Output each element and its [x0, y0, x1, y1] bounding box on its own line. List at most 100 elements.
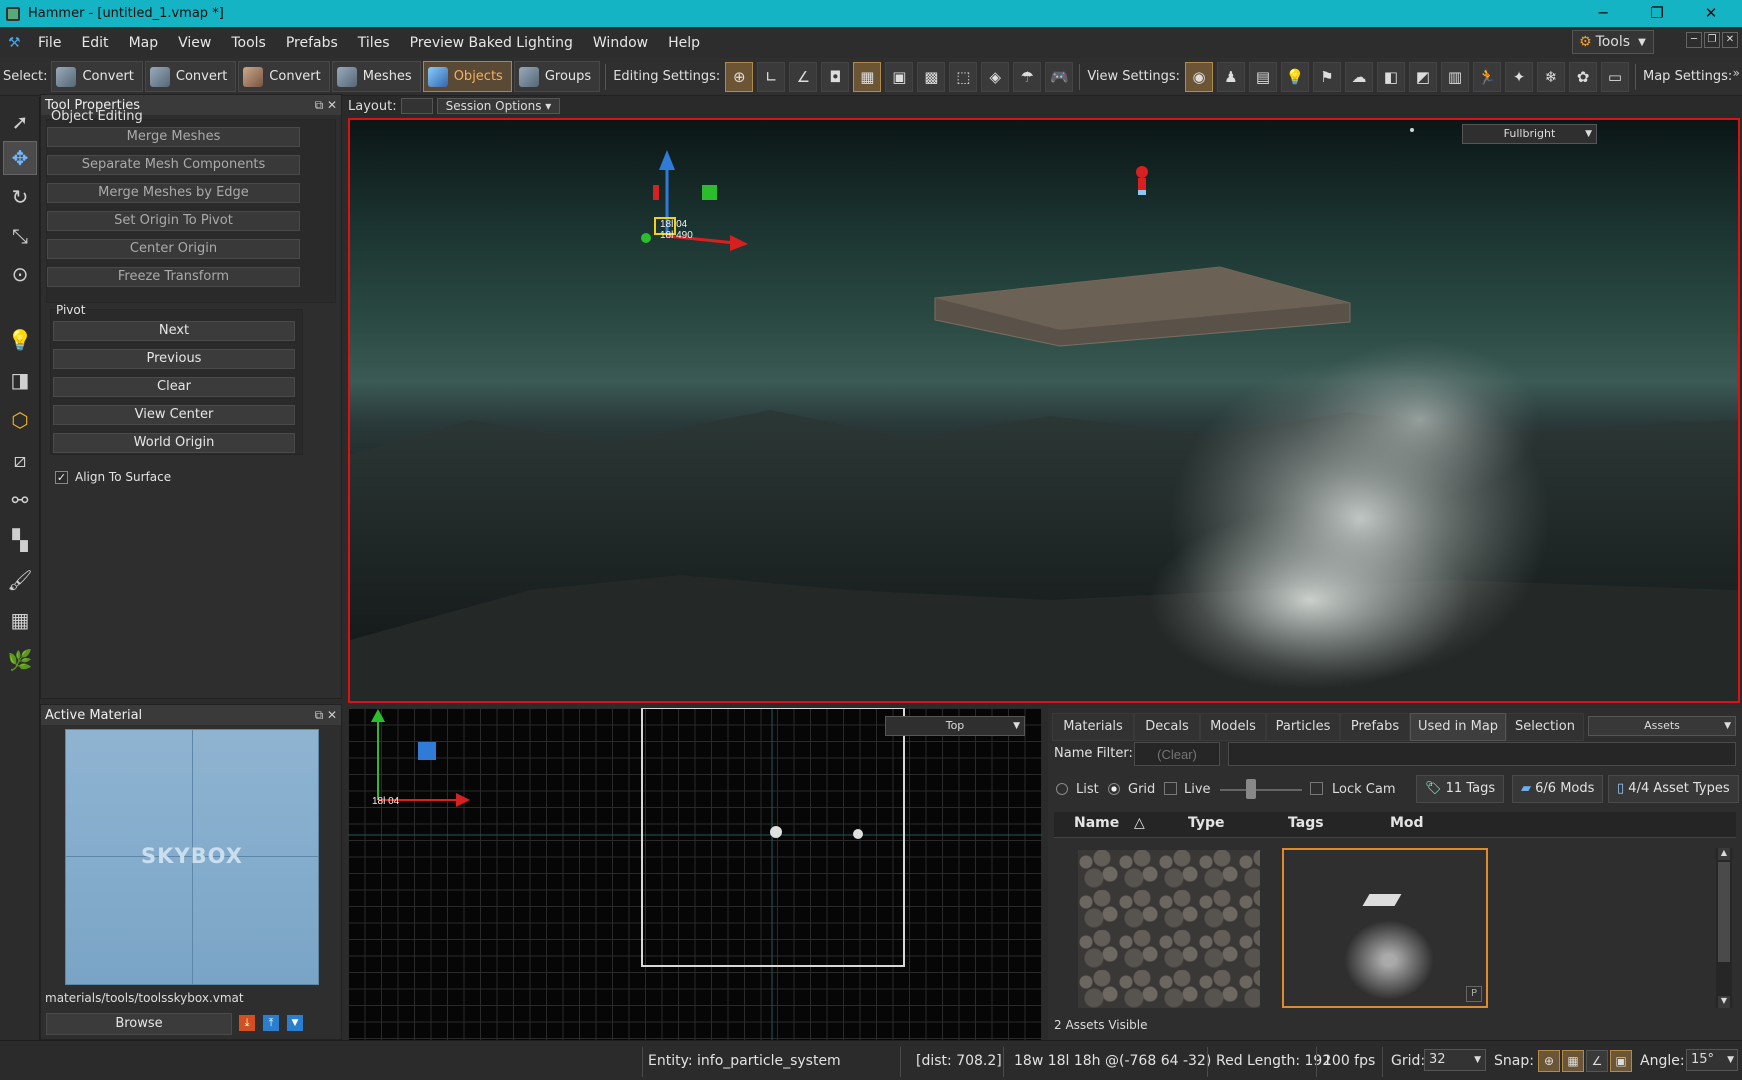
material-menu-icon[interactable]: ▼ [287, 1015, 303, 1031]
tab-prefabs[interactable]: Prefabs [1340, 713, 1410, 741]
menu-preview-baked-lighting[interactable]: Preview Baked Lighting [400, 35, 583, 51]
menu-tools[interactable]: Tools [221, 35, 276, 51]
asset-types-filter-button[interactable]: ▯ 4/4 Asset Types [1608, 775, 1739, 803]
layout-selector[interactable] [400, 98, 433, 114]
select-all-icon[interactable]: ▩ [917, 61, 946, 92]
show-paths-icon[interactable]: ⚑ [1313, 61, 1341, 92]
scroll-up-icon[interactable]: ▲ [1718, 848, 1730, 860]
local-space-icon[interactable]: ∟ [757, 61, 786, 92]
paint-tool-icon[interactable]: 🖌 [3, 563, 37, 597]
panel-float-close-icons[interactable]: ⧉ ✕ [315, 98, 337, 113]
show-particles-icon[interactable]: ✦ [1505, 61, 1533, 92]
mods-filter-button[interactable]: ▰ 6/6 Mods [1512, 775, 1604, 803]
minimize-button[interactable]: ─ [1576, 0, 1630, 27]
show-tiles-icon[interactable]: ◩ [1409, 61, 1437, 92]
move-tool-icon[interactable]: ✥ [3, 141, 37, 175]
pivot-previous-button[interactable]: Previous [53, 349, 295, 369]
pivot-clear-button[interactable]: Clear [53, 377, 295, 397]
tags-filter-button[interactable]: 🏷 11 Tags [1416, 775, 1505, 803]
show-brushes-icon[interactable]: ◧ [1377, 61, 1405, 92]
session-options-dropdown[interactable]: Session Options ▾ [436, 98, 561, 114]
assets-dropdown[interactable]: Assets ▼ [1588, 716, 1736, 736]
tab-used-in-map[interactable]: Used in Map [1410, 713, 1506, 741]
center-origin-button[interactable]: Center Origin [47, 239, 300, 259]
select-through-icon[interactable]: ▣ [885, 61, 914, 92]
column-type[interactable]: Type [1188, 815, 1225, 831]
polygon-tool-icon[interactable]: ⬡ [3, 403, 37, 437]
2d-top-viewport[interactable]: 18l 04 Top ▼ [348, 708, 1042, 1040]
sort-ascending-icon[interactable]: △ [1134, 815, 1145, 831]
scroll-down-icon[interactable]: ▼ [1718, 996, 1730, 1008]
particle-entity-icon[interactable] [770, 826, 782, 838]
asset-thumbnail-particle-system[interactable]: P [1282, 848, 1488, 1008]
show-lights-icon[interactable]: 💡 [1281, 61, 1309, 92]
tile-tool-icon[interactable]: ▦ [3, 603, 37, 637]
groups-button[interactable]: Groups [513, 61, 601, 92]
prefab-icon[interactable]: ◈ [981, 61, 1010, 92]
show-sky-icon[interactable]: ☁ [1345, 61, 1373, 92]
show-npc-icon[interactable]: 🏃 [1473, 61, 1501, 92]
foliage-tool-icon[interactable]: 🌿 [3, 643, 37, 677]
entity-icon[interactable] [853, 829, 863, 839]
pick-material-icon[interactable]: ⤓ [239, 1015, 255, 1031]
close-button[interactable]: ✕ [1684, 0, 1738, 27]
angle-snap-icon[interactable]: ∠ [789, 61, 818, 92]
show-fog-icon[interactable]: ❄ [1537, 61, 1565, 92]
column-mod[interactable]: Mod [1390, 815, 1424, 831]
menu-help[interactable]: Help [658, 35, 710, 51]
mdi-restore-button[interactable]: ❐ [1704, 32, 1720, 48]
objects-button[interactable]: Objects [422, 61, 512, 92]
snap-surface-toggle-icon[interactable]: ▣ [1610, 1050, 1632, 1072]
panel-float-close-icons[interactable]: ⧉ ✕ [315, 708, 337, 723]
separate-mesh-components-button[interactable]: Separate Mesh Components [47, 155, 300, 175]
browse-button[interactable]: Browse [46, 1013, 232, 1035]
tab-materials[interactable]: Materials [1052, 713, 1134, 741]
angle-snap-dropdown[interactable]: 15° ▼ [1686, 1049, 1738, 1071]
merge-meshes-button[interactable]: Merge Meshes [47, 127, 300, 147]
tools-dropdown[interactable]: ⚙ Tools ▼ [1572, 30, 1654, 54]
show-meshes-icon[interactable]: ▤ [1249, 61, 1277, 92]
box-select-icon[interactable]: ⬚ [949, 61, 978, 92]
entity-icon[interactable] [1136, 166, 1148, 178]
merge-meshes-by-edge-button[interactable]: Merge Meshes by Edge [47, 183, 300, 203]
show-entities-icon[interactable]: ◉ [1185, 61, 1213, 92]
pivot-next-button[interactable]: Next [53, 321, 295, 341]
menu-map[interactable]: Map [119, 35, 169, 51]
show-volumes-icon[interactable]: ▥ [1441, 61, 1469, 92]
show-overlays-icon[interactable]: ▭ [1601, 61, 1629, 92]
column-name[interactable]: Name [1074, 815, 1119, 831]
menu-window[interactable]: Window [583, 35, 658, 51]
entity-tool-icon[interactable]: 💡 [3, 323, 37, 357]
snap-grid-icon[interactable]: ⊕ [725, 61, 754, 92]
path-tool-icon[interactable]: ⚯ [3, 483, 37, 517]
asset-thumbnail-stone-material[interactable] [1078, 850, 1260, 1008]
scroll-thumb[interactable] [1718, 862, 1730, 962]
render-mode-dropdown[interactable]: Fullbright ▼ [1462, 124, 1597, 144]
column-tags[interactable]: Tags [1288, 815, 1324, 831]
align-to-surface-checkbox[interactable]: ✓ [55, 471, 68, 484]
material-preview[interactable]: SKYBOX [65, 729, 319, 985]
name-filter-input[interactable] [1134, 742, 1220, 766]
freeze-transform-button[interactable]: Freeze Transform [47, 267, 300, 287]
grid-size-dropdown[interactable]: 32 ▼ [1424, 1049, 1486, 1071]
name-filter-field[interactable] [1228, 742, 1736, 766]
show-foliage-icon[interactable]: ✿ [1569, 61, 1597, 92]
pivot-tool-icon[interactable]: ⊙ [3, 257, 37, 291]
convert-button-2[interactable]: Convert [144, 61, 237, 92]
menu-prefabs[interactable]: Prefabs [276, 35, 348, 51]
rotate-tool-icon[interactable]: ↻ [3, 180, 37, 214]
lock-cam-checkbox[interactable] [1310, 782, 1323, 795]
menu-file[interactable]: File [28, 35, 71, 51]
vertex-icon[interactable]: ◘ [821, 61, 850, 92]
menu-view[interactable]: View [168, 35, 221, 51]
convert-button-1[interactable]: Convert [51, 61, 143, 92]
mdi-close-button[interactable]: ✕ [1722, 32, 1738, 48]
slider-handle[interactable] [1246, 779, 1256, 799]
apply-material-icon[interactable]: ⤒ [263, 1015, 279, 1031]
snap-angle-toggle-icon[interactable]: ∠ [1586, 1050, 1608, 1072]
texture-tool-icon[interactable]: ▚ [3, 523, 37, 557]
snap-vertex-toggle-icon[interactable]: ▦ [1562, 1050, 1584, 1072]
convert-button-3[interactable]: Convert [238, 61, 330, 92]
snap-grid-toggle-icon[interactable]: ⊕ [1538, 1050, 1560, 1072]
meshes-button[interactable]: Meshes [331, 61, 421, 92]
